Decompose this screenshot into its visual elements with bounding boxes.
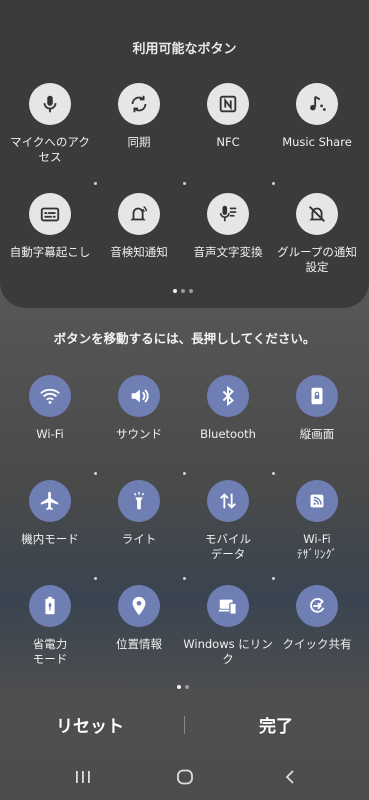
tile-power-saving[interactable]: 省電力 モード xyxy=(4,585,96,667)
tile-label: 縦画面 xyxy=(299,427,335,441)
tile-label: クイック共有 xyxy=(282,637,352,651)
flashlight-icon xyxy=(118,480,160,522)
divider-dot xyxy=(183,472,186,475)
tile-live-caption[interactable]: 自動字幕起こし xyxy=(4,193,96,260)
hotspot-icon xyxy=(296,480,338,522)
tile-label: 機内モード xyxy=(21,532,79,546)
divider-dot xyxy=(94,577,97,580)
tile-label: Wi-Fi xyxy=(36,427,64,441)
done-button[interactable]: 完了 xyxy=(259,712,293,737)
nfc-icon xyxy=(207,83,249,125)
tile-label: Music Share xyxy=(282,135,352,149)
tile-airplane-mode[interactable]: 機内モード xyxy=(4,480,96,547)
mic-icon xyxy=(29,83,71,125)
wifi-icon xyxy=(29,375,71,417)
tile-label: マイクへのアク セス xyxy=(10,135,90,164)
tile-sound-detect[interactable]: 音検知通知 xyxy=(93,193,185,260)
sound-detect-icon xyxy=(118,193,160,235)
tile-group-notifications[interactable]: グループの通知 設定 xyxy=(271,193,363,275)
tile-label: 省電力 モード xyxy=(32,637,68,666)
battery-saver-icon xyxy=(29,585,71,627)
caption-icon xyxy=(29,193,71,235)
portrait-lock-icon xyxy=(296,375,338,417)
location-icon xyxy=(118,585,160,627)
volume-icon xyxy=(118,375,160,417)
tile-location[interactable]: 位置情報 xyxy=(93,585,185,652)
tile-label: サウンド xyxy=(116,427,162,441)
tile-label: グループの通知 設定 xyxy=(277,245,357,274)
panel-page-indicator xyxy=(173,289,193,293)
tile-bluetooth[interactable]: Bluetooth xyxy=(182,375,274,442)
divider-dot xyxy=(94,472,97,475)
divider-dot xyxy=(183,577,186,580)
tile-link-to-windows[interactable]: Windows にリン ク xyxy=(182,585,274,667)
tile-quick-share[interactable]: クイック共有 xyxy=(271,585,363,652)
divider-dot xyxy=(183,182,186,185)
tile-mic-access[interactable]: マイクへのアク セス xyxy=(4,83,96,165)
navigation-bar xyxy=(0,764,369,790)
tile-label: 音検知通知 xyxy=(110,245,168,259)
tile-mobile-data[interactable]: モバイル データ xyxy=(182,480,274,562)
back-icon[interactable] xyxy=(275,764,305,790)
home-icon[interactable] xyxy=(170,764,200,790)
hint-text: ボタンを移動するには、長押ししてください。 xyxy=(53,331,316,346)
tile-label: 音声文字変換 xyxy=(193,245,263,259)
divider-dot xyxy=(272,472,275,475)
tile-label: ライト xyxy=(121,532,157,546)
tile-label: 同期 xyxy=(127,135,151,149)
music-share-icon xyxy=(296,83,338,125)
tile-label: Windows にリン ク xyxy=(183,637,273,666)
bluetooth-icon xyxy=(207,375,249,417)
notification-off-icon xyxy=(296,193,338,235)
recent-apps-icon[interactable] xyxy=(68,764,98,790)
tile-label: モバイル データ xyxy=(205,532,251,561)
tile-nfc[interactable]: NFC xyxy=(182,83,274,150)
tile-portrait-lock[interactable]: 縦画面 xyxy=(271,375,363,442)
tile-label: Wi-Fi ﾃｻﾞﾘﾝｸﾞ xyxy=(296,532,338,561)
divider-dot xyxy=(272,577,275,580)
mobile-data-icon xyxy=(207,480,249,522)
panel-title: 利用可能なボタン xyxy=(132,42,237,57)
tile-label: NFC xyxy=(216,135,240,149)
tile-label: 位置情報 xyxy=(116,637,162,651)
reset-button[interactable]: リセット xyxy=(56,712,124,737)
quick-share-icon xyxy=(296,585,338,627)
footer-divider xyxy=(184,716,185,734)
tile-sound[interactable]: サウンド xyxy=(93,375,185,442)
tile-music-share[interactable]: Music Share xyxy=(271,83,363,150)
divider-dot xyxy=(94,182,97,185)
link-windows-icon xyxy=(207,585,249,627)
transcribe-icon xyxy=(207,193,249,235)
tile-sync[interactable]: 同期 xyxy=(93,83,185,150)
tile-wifi[interactable]: Wi-Fi xyxy=(4,375,96,442)
airplane-icon xyxy=(29,480,71,522)
available-buttons-panel: 利用可能なボタン マイクへのアク セス 同期 NFC Music Share 自… xyxy=(0,0,369,308)
tile-label: 自動字幕起こし xyxy=(9,245,91,259)
tile-flashlight[interactable]: ライト xyxy=(93,480,185,547)
active-page-indicator xyxy=(177,685,189,689)
tile-wifi-hotspot[interactable]: Wi-Fi ﾃｻﾞﾘﾝｸﾞ xyxy=(271,480,363,562)
sync-icon xyxy=(118,83,160,125)
tile-label: Bluetooth xyxy=(200,427,256,441)
tile-transcribe[interactable]: 音声文字変換 xyxy=(182,193,274,260)
divider-dot xyxy=(272,182,275,185)
